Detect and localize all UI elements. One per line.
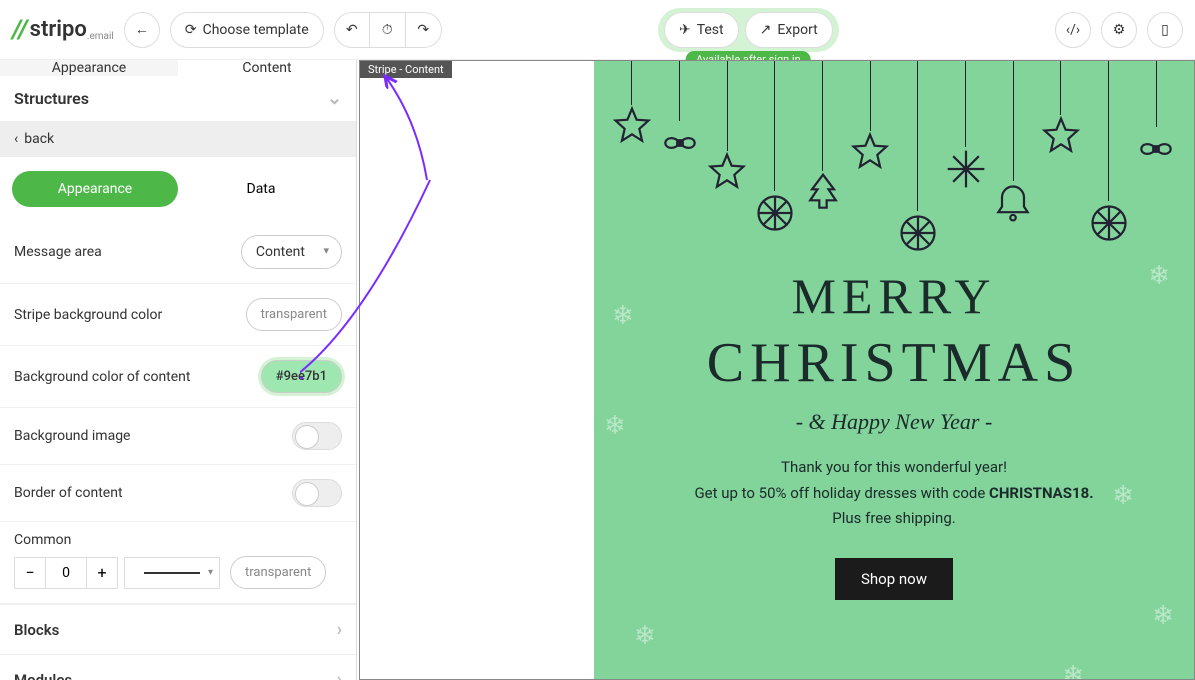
redo-button[interactable]: ↷ — [406, 12, 442, 48]
hero-title-line1: MERRY — [624, 267, 1164, 325]
chevron-right-icon: › — [337, 619, 342, 640]
promo-code: CHRISTNAS18. — [989, 484, 1094, 502]
body-line2a: Get up to 50% off holiday dresses with c… — [694, 484, 989, 502]
logo: // stripo .email — [12, 15, 114, 45]
stepper-plus[interactable]: + — [86, 557, 118, 589]
bg-image-toggle[interactable] — [292, 422, 342, 450]
settings-button[interactable]: ⚙ — [1101, 12, 1137, 48]
code-view-button[interactable]: ‹/› — [1055, 12, 1091, 48]
send-icon: ✈ — [679, 22, 691, 38]
choose-template-button[interactable]: ⟳ Choose template — [170, 12, 324, 48]
bg-image-label: Background image — [14, 428, 130, 444]
logo-mark-icon: // — [12, 15, 28, 45]
refresh-icon: ⟳ — [185, 22, 197, 38]
pill-tabs: Appearance Data — [0, 157, 356, 221]
test-export-highlight: ✈ Test ↗ Export Available after sign in — [658, 8, 839, 52]
ornament-tree-icon — [799, 61, 847, 215]
tab-content[interactable]: Content — [178, 60, 356, 76]
back-button[interactable]: ← — [124, 12, 160, 48]
ornament-star-icon — [703, 61, 751, 195]
content-bg-color[interactable]: #9ee7b1 — [261, 360, 342, 393]
hero-body: Thank you for this wonderful year! Get u… — [624, 455, 1164, 532]
blocks-section[interactable]: Blocks › — [0, 604, 356, 654]
canvas-inner: Stripe - Content ❄ ❄ ❄ ❄ ❄ ❄ ❄ — [359, 60, 1195, 680]
canvas[interactable]: Stripe - Content ❄ ❄ ❄ ❄ ❄ ❄ ❄ — [357, 60, 1195, 680]
prop-bg-image: Background image — [0, 408, 356, 465]
mobile-icon: ▯ — [1161, 22, 1169, 38]
logo-sub: .email — [87, 31, 114, 42]
export-icon: ↗ — [760, 22, 772, 38]
message-area-select[interactable]: Content — [241, 235, 342, 269]
gear-icon: ⚙ — [1113, 22, 1126, 38]
history-group: ↶ ⏱ ↷ — [334, 12, 442, 48]
email-content-block[interactable]: ❄ ❄ ❄ ❄ ❄ ❄ ❄ — [594, 61, 1194, 679]
sidebar-tabs: Appearance Content — [0, 60, 356, 76]
history-button[interactable]: ⏱ — [370, 12, 406, 48]
modules-section[interactable]: Modules › — [0, 654, 356, 680]
prop-content-bg: Background color of content #9ee7b1 — [0, 346, 356, 408]
choose-template-label: Choose template — [203, 22, 309, 38]
border-label: Border of content — [14, 485, 123, 501]
stripe-bg-label: Stripe background color — [14, 307, 162, 323]
prop-message-area: Message area Content — [0, 221, 356, 284]
pill-data[interactable]: Data — [178, 171, 344, 207]
body-line1: Thank you for this wonderful year! — [781, 458, 1007, 476]
border-style-select[interactable] — [124, 557, 220, 589]
test-label: Test — [697, 22, 724, 38]
tab-appearance[interactable]: Appearance — [0, 60, 178, 76]
body-line3: Plus free shipping. — [832, 509, 955, 527]
prop-common: Common − + transparent — [0, 522, 356, 604]
undo-button[interactable]: ↶ — [334, 12, 370, 48]
chevron-left-icon: ‹ — [14, 131, 18, 147]
border-color[interactable]: transparent — [230, 556, 326, 589]
hero: MERRY CHRISTMAS - & Happy New Year - Tha… — [594, 267, 1194, 600]
stripe-bg-color[interactable]: transparent — [246, 298, 342, 331]
blocks-label: Blocks — [14, 621, 59, 639]
test-button[interactable]: ✈ Test — [664, 12, 739, 48]
chevron-right-icon: › — [337, 669, 342, 680]
sidebar: Appearance Content Structures ⌄ ‹ back A… — [0, 60, 357, 680]
border-width-stepper: − + — [14, 557, 118, 589]
stepper-input[interactable] — [46, 557, 86, 589]
structures-section[interactable]: Structures ⌄ — [0, 76, 356, 121]
pill-appearance[interactable]: Appearance — [12, 171, 178, 207]
prop-stripe-bg: Stripe background color transparent — [0, 284, 356, 346]
chevron-down-icon: ⌄ — [327, 88, 342, 109]
modules-label: Modules — [14, 671, 72, 680]
topbar: // stripo .email ← ⟳ Choose template ↶ ⏱… — [0, 0, 1195, 60]
logo-name: stripo — [30, 17, 87, 42]
ornament-bow-icon — [656, 61, 704, 165]
ornament-bell-icon — [989, 61, 1037, 225]
content-bg-label: Background color of content — [14, 369, 191, 385]
code-icon: ‹/› — [1066, 22, 1080, 38]
redo-icon: ↷ — [417, 22, 429, 38]
ornament-star-icon — [608, 61, 656, 149]
ornament-star-icon — [846, 61, 894, 175]
export-button[interactable]: ↗ Export — [745, 12, 833, 48]
structures-label: Structures — [14, 89, 89, 108]
shop-now-button[interactable]: Shop now — [835, 558, 953, 600]
prop-border: Border of content — [0, 465, 356, 522]
common-label: Common — [14, 532, 342, 548]
ornament-star-icon — [1037, 61, 1085, 159]
history-icon: ⏱ — [382, 22, 393, 38]
ornament-ball-icon — [1085, 61, 1133, 245]
message-area-label: Message area — [14, 244, 102, 260]
stepper-minus[interactable]: − — [14, 557, 46, 589]
hero-title-line2: CHRISTMAS — [624, 331, 1164, 395]
preview-mobile-button[interactable]: ▯ — [1147, 12, 1183, 48]
ornament-snowflake-icon — [942, 61, 990, 191]
back-button-row[interactable]: ‹ back — [0, 121, 356, 157]
border-toggle[interactable] — [292, 479, 342, 507]
ornament-ball-icon — [751, 61, 799, 235]
ornament-ball-icon — [894, 61, 942, 255]
selection-tag: Stripe - Content — [360, 61, 452, 78]
export-label: Export — [777, 22, 817, 38]
hero-subtitle: - & Happy New Year - — [624, 409, 1164, 435]
back-label: back — [24, 131, 54, 147]
undo-icon: ↶ — [346, 22, 358, 38]
ornaments-row — [594, 61, 1194, 261]
ornament-bow-icon — [1132, 61, 1180, 171]
arrow-left-icon: ← — [135, 21, 149, 38]
